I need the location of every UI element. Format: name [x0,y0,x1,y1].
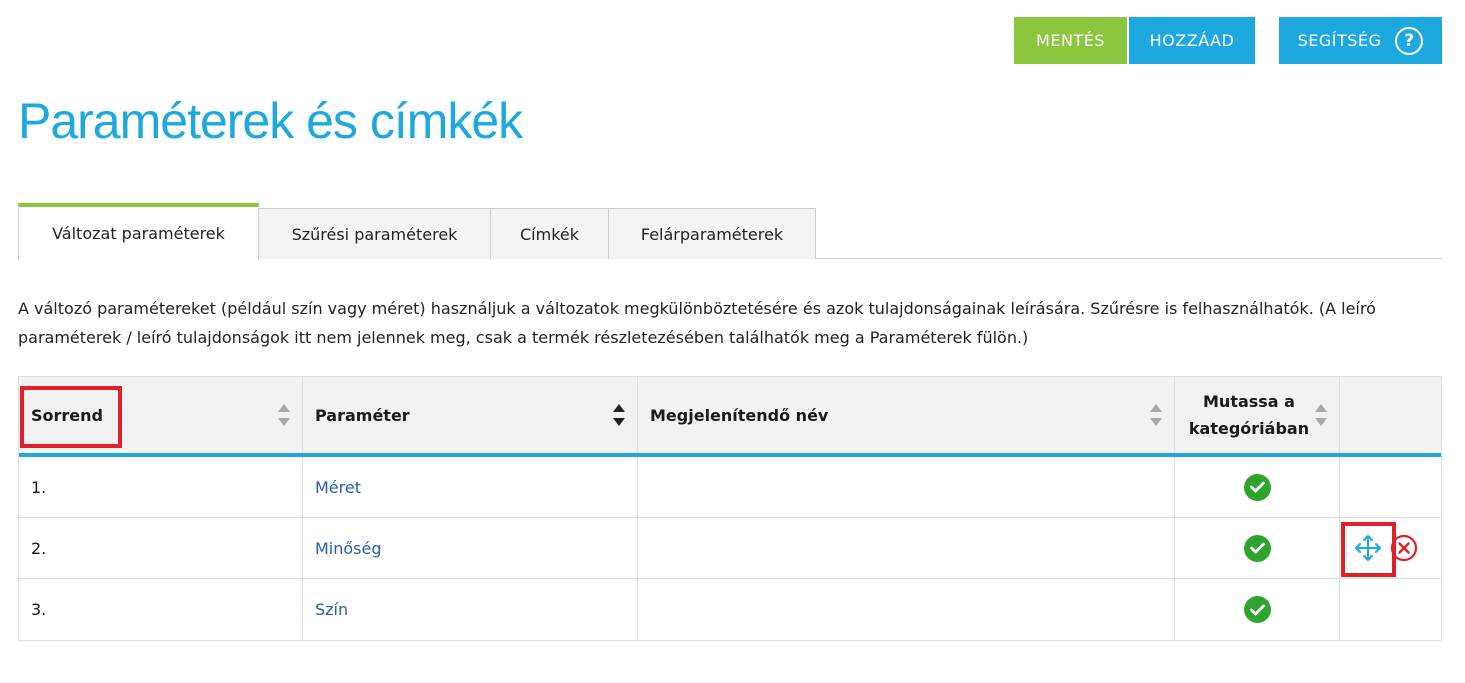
parameter-link[interactable]: Minőség [315,539,382,558]
header-display-name[interactable]: Megjelenítendő név [638,377,1175,453]
table-header: Sorrend Paraméter Megjelenítendő név Mut… [19,377,1441,457]
cell-actions [1340,457,1441,517]
check-circle-icon[interactable] [1243,534,1271,562]
cell-show-in-category [1175,457,1340,517]
cell-parameter: Szín [303,579,638,640]
parameter-link[interactable]: Szín [315,600,348,619]
cell-display-name [638,518,1175,578]
help-circle-icon: ? [1395,26,1424,55]
check-circle-icon[interactable] [1243,596,1271,623]
help-button-label: SEGÍTSÉG [1297,31,1382,50]
header-display-name-label: Megjelenítendő név [650,405,829,425]
sort-icon[interactable] [613,404,625,426]
delete-circle-icon[interactable] [1390,534,1418,562]
help-button[interactable]: SEGÍTSÉG ? [1279,17,1442,64]
page-title: Paraméterek és címkék [18,93,523,149]
sort-icon[interactable] [278,404,290,426]
parameters-table: Sorrend Paraméter Megjelenítendő név Mut… [18,376,1442,641]
cell-show-in-category [1175,518,1340,578]
tab-bar: Változat paraméterek Szűrési paraméterek… [18,203,1442,260]
cell-order: 1. [19,457,303,517]
sort-icon[interactable] [1150,404,1162,426]
save-button[interactable]: MENTÉS [1014,17,1127,64]
header-order-label: Sorrend [31,405,103,425]
cell-display-name [638,457,1175,517]
header-show-line2: kategóriában [1188,419,1310,438]
description-text: A változó paramétereket (például szín va… [18,299,1376,347]
header-show-in-category[interactable]: Mutassa a kategóriában [1175,377,1340,453]
header-show-line1: Mutassa a [1203,392,1295,411]
cell-actions [1340,579,1441,640]
top-toolbar: MENTÉS HOZZÁAD SEGÍTSÉG ? [1014,17,1442,64]
add-button[interactable]: HOZZÁAD [1129,17,1255,64]
tab-surcharge-parameters[interactable]: Felárparaméterek [609,208,816,259]
header-parameter[interactable]: Paraméter [303,377,638,453]
table-row: 3. Szín [19,579,1441,640]
cell-parameter: Méret [303,457,638,517]
sort-icon[interactable] [1315,404,1327,426]
cell-order: 3. [19,579,303,640]
tab-filter-parameters[interactable]: Szűrési paraméterek [259,208,491,259]
table-row: 1. Méret [19,457,1441,518]
header-order[interactable]: Sorrend [19,377,303,453]
tab-variant-parameters[interactable]: Változat paraméterek [18,203,259,260]
tab-labels[interactable]: Címkék [491,208,609,259]
cell-display-name [638,579,1175,640]
header-actions [1340,377,1441,453]
cell-actions [1340,518,1441,578]
header-parameter-label: Paraméter [315,405,410,425]
check-circle-icon[interactable] [1243,473,1271,501]
cell-order: 2. [19,518,303,578]
move-arrows-icon[interactable] [1352,532,1384,564]
parameter-link[interactable]: Méret [315,478,361,497]
table-row: 2. Minőség [19,518,1441,579]
cell-parameter: Minőség [303,518,638,578]
header-show-in-category-label: Mutassa a kategóriában [1189,388,1309,442]
cell-show-in-category [1175,579,1340,640]
